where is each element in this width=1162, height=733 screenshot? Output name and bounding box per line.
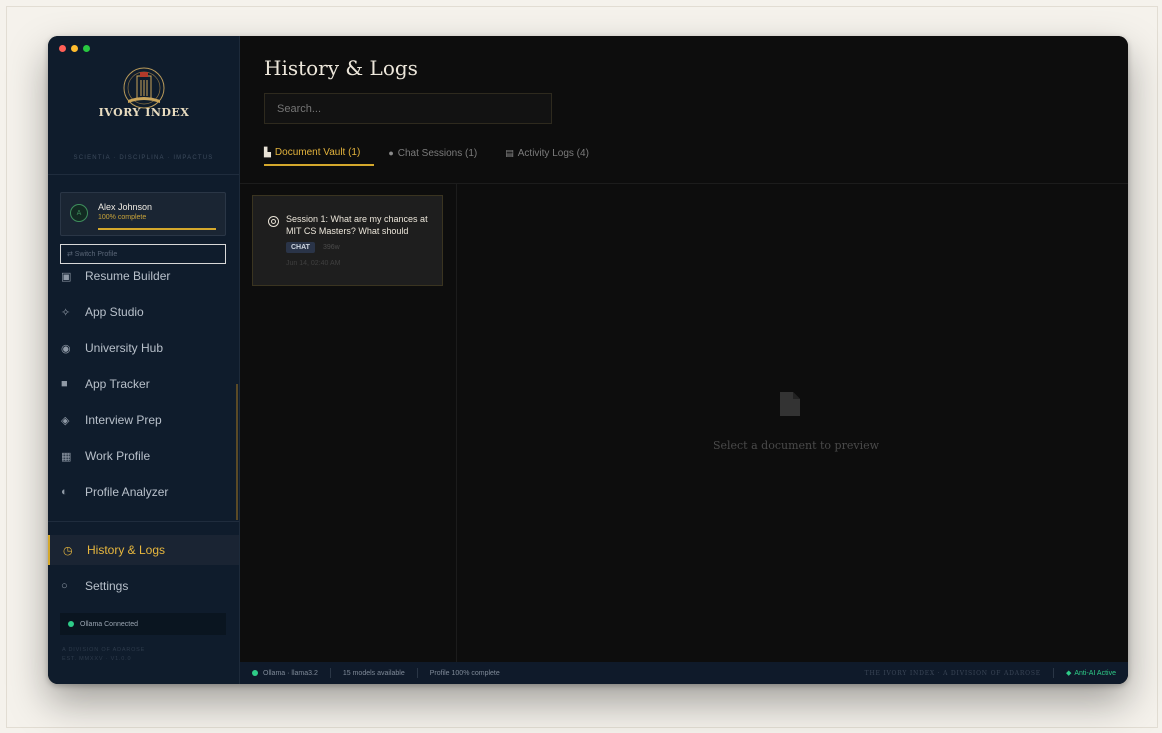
sidebar-item-label: Settings (85, 579, 129, 593)
status-dot (252, 670, 258, 676)
list-preview-divider (456, 184, 457, 662)
sidebar-item-app-studio[interactable]: ✧ App Studio (48, 297, 239, 327)
settings-icon: ○ (61, 580, 68, 592)
tab-label: Chat Sessions (1) (397, 147, 478, 159)
sidebar: IVORY INDEX SCIENTIA · DISCIPLINA · IMPA… (48, 36, 240, 684)
university-hub-icon: ◉ (61, 342, 71, 355)
word-count: 396w (323, 244, 340, 251)
sidebar-item-label: Interview Prep (85, 413, 162, 427)
ollama-status-label: Ollama Connected (80, 620, 138, 628)
sidebar-item-app-tracker[interactable]: ■ App Tracker (48, 369, 239, 399)
sidebar-item-resume-builder[interactable]: ▣ Resume Builder (48, 261, 239, 291)
window-controls (59, 45, 90, 52)
app-window: IVORY INDEX SCIENTIA · DISCIPLINA · IMPA… (48, 36, 1128, 684)
search-input[interactable] (264, 93, 552, 124)
sidebar-divider (48, 174, 239, 175)
sidebar-item-label: University Hub (85, 341, 164, 355)
type-badge: CHAT (286, 242, 315, 253)
sidebar-item-settings[interactable]: ○ Settings (48, 571, 239, 601)
main-panel: History & Logs ▙ Document Vault (1) ● Ch… (240, 36, 1128, 684)
profile-status: Profile 100% complete (429, 669, 500, 677)
work-profile-icon: ▦ (61, 450, 72, 463)
division-info: A DIVISION OF ADAROSE EST. MMXXV · V1.0.… (62, 646, 145, 664)
session-icon (268, 216, 279, 227)
profile-completion-text: 100% complete (98, 214, 147, 221)
log-icon: ▤ (505, 147, 514, 158)
document-title: Session 1: What are my chances at MIT CS… (286, 214, 428, 236)
profile-name: Alex Johnson (98, 202, 153, 212)
sidebar-item-label: App Tracker (85, 377, 150, 391)
profile-analyzer-icon: ◐ (61, 486, 68, 498)
models-available: 15 models available (331, 668, 418, 678)
resume-builder-icon: ▣ (61, 270, 72, 283)
sidebar-scrollbar[interactable] (236, 384, 238, 520)
profile-progress-bar (98, 228, 216, 230)
anti-ai-status: ◆ Anti-AI Active (1054, 669, 1128, 678)
tab-label: Activity Logs (4) (517, 147, 589, 159)
division-line: A DIVISION OF ADAROSE (62, 647, 146, 653)
sidebar-item-university-hub[interactable]: ◉ University Hub (48, 333, 239, 363)
anti-ai-label: Anti-AI Active (1074, 669, 1116, 677)
ollama-status: Ollama Connected (60, 613, 226, 635)
avatar: A (70, 204, 88, 222)
status-dot (68, 621, 74, 627)
chat-bubble-icon: ● (388, 148, 394, 158)
tab-document-vault[interactable]: ▙ Document Vault (1) (264, 140, 375, 166)
brand-footer: THE IVORY INDEX · A DIVISION OF ADAROSE (865, 668, 1054, 678)
status-bar: Ollama · llama3.2 15 models available Pr… (240, 662, 1128, 684)
header-divider (240, 183, 1128, 184)
tab-bar: ▙ Document Vault (1) ● Chat Sessions (1)… (264, 140, 617, 166)
minimize-window-button[interactable] (71, 45, 78, 52)
version-line: EST. MMXXV · V1.0.0 (62, 656, 132, 662)
diamond-icon: ◆ (1065, 670, 1072, 677)
close-window-button[interactable] (59, 45, 66, 52)
preview-empty-message: Select a document to preview (712, 439, 880, 452)
sidebar-item-label: History & Logs (87, 543, 166, 557)
document-date: Jun 14, 02:40 AM (286, 260, 341, 267)
document-card[interactable]: Session 1: What are my chances at MIT CS… (252, 195, 443, 286)
sidebar-item-label: Resume Builder (85, 269, 171, 283)
tab-activity-logs[interactable]: ▤ Activity Logs (4) (505, 140, 603, 166)
sidebar-item-label: Work Profile (85, 449, 151, 463)
tab-label: Document Vault (1) (274, 146, 361, 158)
tab-chat-sessions[interactable]: ● Chat Sessions (1) (388, 140, 491, 166)
logo-motto: SCIENTIA · DISCIPLINA · IMPACTUS (73, 155, 214, 161)
document-icon: ▙ (264, 146, 271, 157)
sidebar-item-interview-prep[interactable]: ◈ Interview Prep (48, 405, 239, 435)
logo-text: IVORY INDEX (98, 106, 190, 119)
app-tracker-icon: ■ (61, 378, 68, 390)
document-placeholder-icon (780, 392, 800, 416)
profile-card[interactable]: A Alex Johnson 100% complete (60, 192, 226, 236)
sidebar-item-label: App Studio (85, 305, 144, 319)
sidebar-item-profile-analyzer[interactable]: ◐ Profile Analyzer (48, 477, 239, 507)
profile-progress-fill (98, 228, 216, 230)
history-logs-icon: ◷ (63, 544, 73, 557)
page-title: History & Logs (264, 56, 418, 80)
sidebar-item-work-profile[interactable]: ▦ Work Profile (48, 441, 239, 471)
interview-prep-icon: ◈ (61, 414, 70, 427)
sidebar-item-label: Profile Analyzer (85, 485, 169, 499)
sidebar-divider (48, 521, 239, 522)
model-status: Ollama · llama3.2 (240, 668, 331, 678)
model-label: Ollama · llama3.2 (263, 669, 318, 677)
sidebar-item-history-logs[interactable]: ◷ History & Logs (48, 535, 239, 565)
app-studio-icon: ✧ (61, 306, 71, 319)
zoom-window-button[interactable] (83, 45, 90, 52)
